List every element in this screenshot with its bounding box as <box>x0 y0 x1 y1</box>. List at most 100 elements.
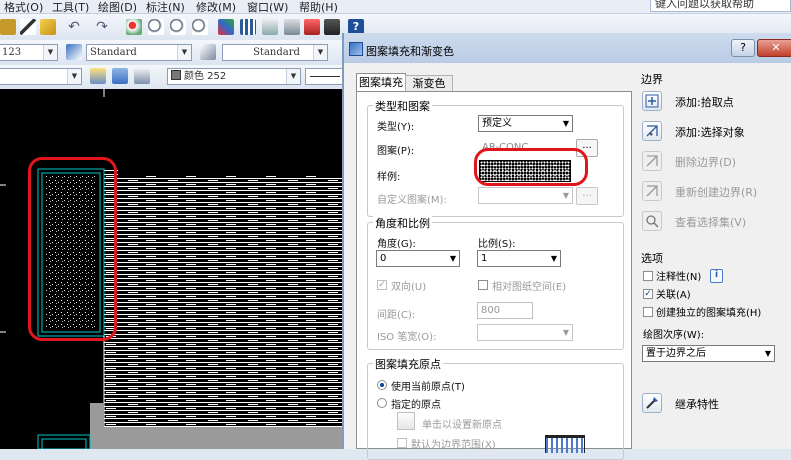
dim-style-icon[interactable] <box>200 44 216 60</box>
brush-icon[interactable] <box>40 19 56 35</box>
origin-title: 图案填充原点 <box>373 356 443 372</box>
markup-icon[interactable] <box>304 19 320 35</box>
recreate-boundary-label: 重新创建边界(R) <box>675 186 758 199</box>
calculator-icon[interactable] <box>324 19 340 35</box>
text-style-value: Standard <box>90 47 137 58</box>
scale-select[interactable]: 1 ▼ <box>477 250 561 267</box>
custom-browse-button: ... <box>576 187 598 205</box>
double-label: 双向(U) <box>391 282 427 293</box>
spacing-input: 800 <box>477 302 533 319</box>
angle-select[interactable]: 0 ▼ <box>376 250 460 267</box>
boundary-title: 边界 <box>641 73 663 86</box>
chevron-down-icon: ▼ <box>562 328 569 337</box>
annotative-checkbox[interactable] <box>643 271 653 281</box>
default-extent-checkbox <box>397 438 407 448</box>
independent-checkbox[interactable] <box>643 307 653 317</box>
chevron-down-icon: ▼ <box>313 45 327 60</box>
chevron-down-icon: ▼ <box>562 119 569 128</box>
redo-icon[interactable]: ↷ <box>94 19 110 35</box>
dim-style-value: Standard <box>253 47 300 58</box>
scale-value: 1 <box>481 253 488 264</box>
menu-tools[interactable]: 工具(T) <box>52 0 89 15</box>
associative-checkbox[interactable]: ✓ <box>643 289 653 299</box>
view-selection-button: 查看选择集(V) <box>641 210 781 232</box>
pattern-label: 图案(P): <box>377 146 415 157</box>
menu-dimension[interactable]: 标注(N) <box>146 0 185 15</box>
type-pattern-title: 类型和图案 <box>373 98 432 114</box>
add-pick-point-button[interactable]: 添加:拾取点 <box>641 90 781 112</box>
add-select-objects-label: 添加:选择对象 <box>675 126 745 139</box>
close-button[interactable]: ✕ <box>757 39 791 57</box>
draw-order-select[interactable]: 置于边界之后 ▼ <box>642 345 775 362</box>
linetype-combo[interactable] <box>305 68 345 85</box>
layer-state-combo[interactable]: ▼ <box>0 68 82 85</box>
brush-icon <box>642 393 662 413</box>
highlight-ellipse-column <box>28 157 117 341</box>
layer-combo[interactable]: 123 ▼ <box>0 44 58 61</box>
click-origin-label: 单击以设置新原点 <box>422 420 502 431</box>
inherit-properties-button[interactable]: 继承特性 <box>641 392 751 414</box>
open-icon[interactable] <box>0 19 16 35</box>
annotative-label: 注释性(N) <box>656 272 702 283</box>
chevron-down-icon: ▼ <box>562 191 569 200</box>
double-checkbox: ✓ <box>377 280 387 290</box>
layer-previous-icon[interactable] <box>90 68 106 84</box>
layer-match-icon[interactable] <box>112 68 128 84</box>
layer-manager-icon[interactable] <box>134 68 150 84</box>
tool-palettes-icon[interactable] <box>262 19 278 35</box>
specified-origin-radio[interactable] <box>377 398 387 408</box>
select-objects-icon <box>642 121 662 141</box>
undo-icon[interactable]: ↶ <box>66 19 82 35</box>
sheet-set-icon[interactable] <box>284 19 300 35</box>
click-origin-icon <box>397 412 415 430</box>
info-icon[interactable]: i <box>710 269 723 283</box>
menu-format[interactable]: 格式(O) <box>4 0 43 15</box>
layer-combo-value: 123 <box>2 47 22 58</box>
menu-draw[interactable]: 绘图(D) <box>98 0 137 15</box>
tab-gradient[interactable]: 渐变色 <box>405 75 453 92</box>
chevron-down-icon: ▼ <box>764 349 771 358</box>
color-value: 颜色 252 <box>184 71 227 82</box>
add-pick-point-label: 添加:拾取点 <box>675 96 734 109</box>
help-button[interactable]: ? <box>731 39 755 57</box>
type-select[interactable]: 预定义 ▼ <box>478 115 573 132</box>
properties-icon[interactable] <box>218 19 234 35</box>
chevron-down-icon: ▼ <box>177 45 191 60</box>
add-select-objects-button[interactable]: 添加:选择对象 <box>641 120 781 142</box>
angle-scale-title: 角度和比例 <box>373 215 432 231</box>
associative-label: 关联(A) <box>656 290 691 301</box>
tab-hatch[interactable]: 图案填充 <box>356 73 406 92</box>
menu-window[interactable]: 窗口(W) <box>247 0 288 15</box>
drawing-canvas[interactable] <box>0 89 342 449</box>
dim-style-combo[interactable]: Standard ▼ <box>222 44 328 61</box>
pan-icon[interactable] <box>126 19 142 35</box>
view-selection-icon <box>642 211 662 231</box>
color-combo[interactable]: 颜色 252 ▼ <box>167 68 301 85</box>
use-current-radio[interactable] <box>377 380 387 390</box>
hatch-tab-page: 类型和图案 类型(Y): 预定义 ▼ 图案(P): AR-CONC ... 样例:… <box>356 91 632 460</box>
use-current-label: 使用当前原点(T) <box>391 382 465 393</box>
chevron-down-icon: ▼ <box>67 69 81 84</box>
recreate-boundary-icon <box>642 181 662 201</box>
dialog-titlebar: 图案填充和渐变色 ? ✕ <box>344 33 791 63</box>
recreate-boundary-button: 重新创建边界(R) <box>641 180 781 202</box>
spacing-value: 800 <box>481 305 501 316</box>
zoom-realtime-icon[interactable] <box>148 19 164 35</box>
chevron-down-icon: ▼ <box>286 69 300 84</box>
color-swatch <box>171 70 181 80</box>
text-style-combo[interactable]: Standard ▼ <box>86 44 192 61</box>
pen-icon[interactable] <box>20 19 36 35</box>
design-center-icon[interactable] <box>240 19 256 35</box>
menu-help[interactable]: 帮助(H) <box>299 0 338 15</box>
inherit-properties-label: 继承特性 <box>675 398 719 411</box>
zoom-previous-icon[interactable] <box>192 19 208 35</box>
help-search-input[interactable]: 键入问题以获取帮助 <box>650 0 791 12</box>
swatch-label: 样例: <box>377 172 401 183</box>
relative-paper-checkbox[interactable] <box>478 280 488 290</box>
zoom-window-icon[interactable] <box>170 19 186 35</box>
scale-label: 比例(S): <box>478 239 516 250</box>
chevron-down-icon: ▼ <box>550 254 557 263</box>
menu-modify[interactable]: 修改(M) <box>196 0 236 15</box>
text-style-icon[interactable] <box>66 44 82 60</box>
boundary-panel: 添加:拾取点 添加:选择对象 删除边界(D) 重新创建边界(R) 查看选择集(V… <box>641 90 781 240</box>
